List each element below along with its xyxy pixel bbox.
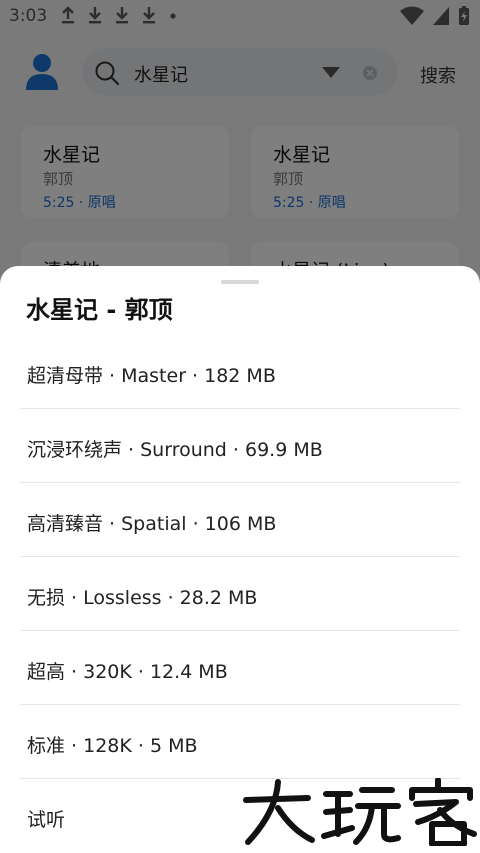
watermark-logo: [243, 778, 477, 846]
divider: [20, 630, 460, 631]
quality-option-master[interactable]: 超清母带 · Master · 182 MB: [20, 337, 460, 409]
divider: [20, 408, 460, 409]
divider: [20, 556, 460, 557]
quality-option-label: 无损 · Lossless · 28.2 MB: [27, 587, 258, 609]
quality-option-surround[interactable]: 沉浸环绕声 · Surround · 69.9 MB: [20, 411, 460, 483]
quality-option-label: 试听: [27, 809, 66, 831]
quality-option-label: 标准 · 128K · 5 MB: [27, 735, 198, 757]
divider: [20, 704, 460, 705]
sheet-title: 水星记 - 郭顶: [26, 296, 173, 324]
quality-option-spatial[interactable]: 高清臻音 · Spatial · 106 MB: [20, 485, 460, 557]
divider: [20, 482, 460, 483]
quality-option-320k[interactable]: 超高 · 320K · 12.4 MB: [20, 633, 460, 705]
drag-handle[interactable]: [221, 280, 259, 284]
quality-option-label: 超高 · 320K · 12.4 MB: [27, 661, 228, 683]
quality-option-label: 沉浸环绕声 · Surround · 69.9 MB: [27, 439, 323, 461]
quality-option-label: 高清臻音 · Spatial · 106 MB: [27, 513, 277, 535]
quality-bottom-sheet: 水星记 - 郭顶 超清母带 · Master · 182 MB 沉浸环绕声 · …: [0, 266, 480, 853]
quality-option-128k[interactable]: 标准 · 128K · 5 MB: [20, 707, 460, 779]
quality-option-label: 超清母带 · Master · 182 MB: [27, 365, 276, 387]
quality-option-lossless[interactable]: 无损 · Lossless · 28.2 MB: [20, 559, 460, 631]
